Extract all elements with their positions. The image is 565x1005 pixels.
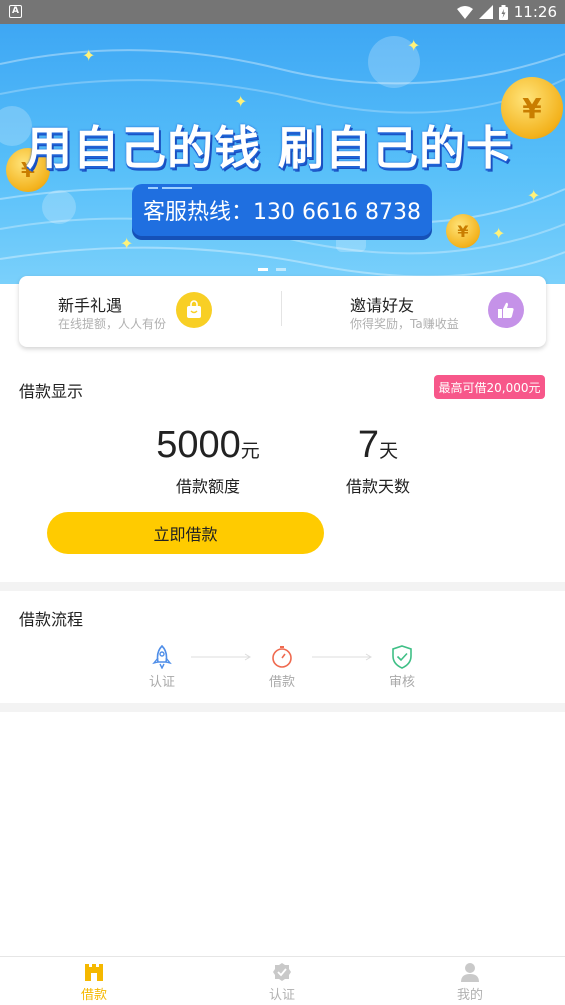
system-icons: 11:26: [456, 3, 557, 21]
process-section-title: 借款流程: [19, 610, 84, 629]
person-icon: [461, 963, 479, 982]
signal-icon: [478, 5, 493, 19]
shield-check-icon: [392, 645, 412, 669]
banner-headline: 用自己的钱 刷自己的卡: [26, 121, 514, 175]
nav-tab-label: 认证: [268, 988, 295, 1003]
coin-icon: ¥: [446, 214, 480, 248]
nav-tab-borrow[interactable]: 借款: [54, 957, 134, 1005]
loan-amount-label: 借款额度: [175, 477, 240, 496]
rocket-icon: [152, 645, 172, 669]
loan-amount-value: 5000: [156, 424, 241, 466]
invite-friends-subtitle: 你得奖励，Ta赚收益: [350, 317, 459, 331]
arrow-right-icon: [312, 653, 372, 661]
promo-banner[interactable]: ✦ ✦ ✦ ✦ ✦ ✦ ¥ ¥ ¥ 用自己的钱 刷自己的卡 客服热线：130 6…: [0, 24, 565, 284]
newbie-gift-title: 新手礼遇: [58, 296, 123, 315]
sparkle-icon: ✦: [527, 186, 541, 205]
carousel-dot[interactable]: [276, 268, 286, 271]
castle-icon: [85, 964, 103, 981]
loan-amount-stat: 5000元 借款额度: [138, 424, 278, 497]
loan-days-unit: 天: [379, 440, 399, 462]
newbie-gift-entry[interactable]: 新手礼遇 在线提额，人人有份: [19, 276, 282, 347]
nav-tab-label: 我的: [456, 988, 483, 1003]
process-step-label: 借款: [268, 675, 295, 690]
promo-divider: [281, 291, 282, 326]
loan-days-stat: 7天 借款天数: [318, 424, 438, 497]
newbie-gift-subtitle: 在线提额，人人有份: [58, 317, 167, 331]
loan-days-label: 借款天数: [345, 477, 410, 496]
process-step-borrow: 借款: [252, 645, 312, 690]
sparkle-icon: ✦: [492, 224, 506, 243]
bottom-navigation: 借款 认证 我的: [0, 956, 565, 1005]
process-step-label: 认证: [148, 675, 175, 690]
stopwatch-icon: [272, 646, 292, 668]
app-notification-icon: A: [9, 5, 22, 18]
nav-tab-label: 借款: [80, 988, 107, 1003]
nav-tab-mine[interactable]: 我的: [430, 957, 510, 1005]
wifi-icon: [456, 6, 473, 19]
process-step-label: 审核: [388, 675, 415, 690]
sparkle-icon: ✦: [407, 36, 421, 55]
max-loan-badge: 最高可借20,000元: [434, 375, 545, 399]
hotline-decoration: [148, 187, 192, 189]
hotline-box: 客服热线：130 6616 8738: [132, 184, 432, 236]
loan-amount-unit: 元: [240, 440, 260, 462]
loan-section-title: 借款显示: [19, 382, 84, 401]
nav-tab-verify[interactable]: 认证: [242, 957, 322, 1005]
invite-friends-title: 邀请好友: [350, 296, 415, 315]
sparkle-icon: ✦: [234, 92, 248, 111]
loan-days-value: 7: [357, 424, 380, 466]
carousel-dot[interactable]: [258, 268, 268, 271]
shopping-bag-icon: [176, 292, 212, 328]
promo-card: 新手礼遇 在线提额，人人有份 邀请好友 你得奖励，Ta赚收益: [19, 276, 546, 347]
section-divider: [0, 582, 565, 591]
thumbs-up-icon: [488, 292, 524, 328]
status-time: 11:26: [513, 3, 557, 21]
bubble: [42, 190, 76, 224]
borrow-now-button[interactable]: 立即借款: [47, 512, 324, 554]
carousel-indicator[interactable]: [258, 268, 286, 271]
verified-badge-icon: [273, 963, 291, 981]
section-divider: [0, 703, 565, 712]
arrow-right-icon: [191, 653, 251, 661]
process-step-review: 审核: [372, 645, 432, 690]
sparkle-icon: ✦: [120, 234, 134, 253]
invite-friends-entry[interactable]: 邀请好友 你得奖励，Ta赚收益: [283, 276, 546, 347]
sparkle-icon: ✦: [82, 46, 96, 65]
process-step-verify: 认证: [132, 645, 192, 690]
status-bar: A 11:26: [0, 0, 565, 24]
battery-icon: [498, 4, 508, 20]
